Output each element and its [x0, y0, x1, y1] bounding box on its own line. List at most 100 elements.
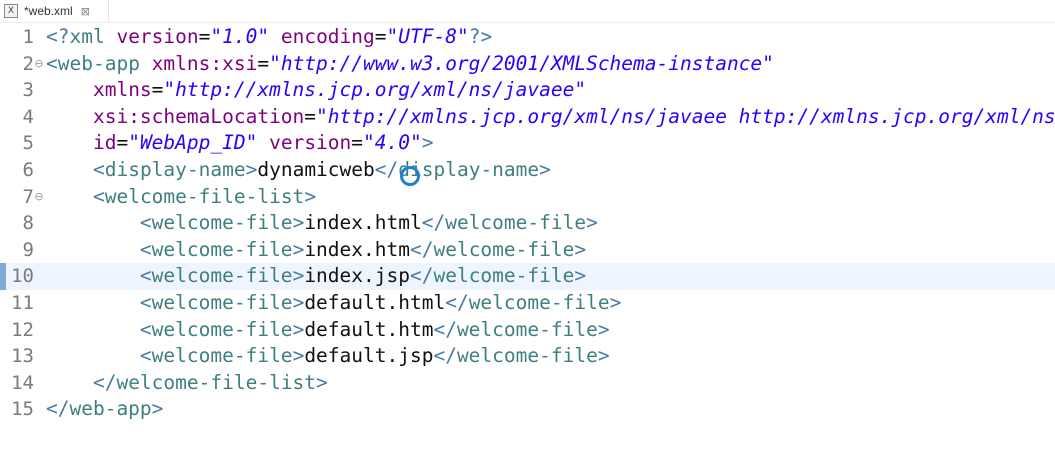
- code-token: xml: [69, 25, 117, 48]
- code-line[interactable]: 4 xsi:schemaLocation="http://xmlns.jcp.o…: [0, 104, 1055, 131]
- code-token: >: [574, 237, 587, 261]
- code-token: welcome-file-list: [116, 370, 317, 394]
- fold-toggle-icon[interactable]: ⊖: [34, 51, 44, 78]
- close-icon[interactable]: ⊠: [81, 5, 90, 18]
- line-number: 1: [22, 26, 34, 48]
- code-token: =: [374, 25, 387, 48]
- code-token: index.htm: [304, 237, 410, 261]
- code-token: <: [139, 211, 152, 235]
- code-token: </: [445, 290, 469, 314]
- code-line[interactable]: 11 <welcome-file>default.html</welcome-f…: [0, 290, 1055, 317]
- code-line[interactable]: 3 xmlns="http://xmlns.jcp.org/xml/ns/jav…: [0, 77, 1055, 104]
- code-token: encoding: [280, 25, 375, 48]
- line-number: 14: [11, 371, 34, 394]
- line-number: 2: [22, 52, 34, 75]
- code-token: <?: [46, 25, 70, 48]
- code-token: >: [609, 290, 622, 314]
- xml-file-icon: X: [4, 4, 18, 18]
- busy-cursor-icon: [400, 166, 420, 186]
- code-token: >: [245, 157, 258, 181]
- code-text: xsi:schemaLocation="http://xmlns.jcp.org…: [46, 104, 1055, 131]
- code-token: "UTF-8": [386, 25, 469, 48]
- code-token: xsi:schemaLocation: [92, 104, 305, 128]
- code-token: welcome-file: [151, 264, 293, 288]
- code-token: welcome-file: [151, 290, 293, 314]
- code-token: welcome-file: [151, 317, 293, 341]
- code-token: dynamicweb: [257, 157, 375, 181]
- code-text: <welcome-file>index.jsp</welcome-file>: [46, 263, 586, 290]
- code-line[interactable]: 15 </web-app>: [0, 396, 1055, 423]
- code-token: welcome-file: [151, 237, 293, 261]
- code-text: <welcome-file>default.html</welcome-file…: [46, 290, 621, 317]
- code-line[interactable]: 2 ⊖ <web-app xmlns:xsi="http://www.w3.org/…: [0, 51, 1055, 78]
- tab-web-xml[interactable]: X *web.xml ⊠: [0, 0, 109, 22]
- code-line[interactable]: 1 <?xml version="1.0" encoding="UTF-8"?>: [0, 24, 1055, 51]
- code-token: xmlns: [92, 78, 152, 102]
- fold-toggle-icon[interactable]: ⊖: [34, 184, 44, 211]
- code-token: >: [586, 211, 598, 235]
- code-line[interactable]: 8 <welcome-file>index.html</welcome-file…: [0, 210, 1055, 237]
- editor-tab-bar: X *web.xml ⊠: [0, 0, 1055, 23]
- code-token: =: [257, 51, 270, 75]
- code-text: <welcome-file-list>: [46, 184, 316, 211]
- line-number: 15: [11, 398, 34, 421]
- code-token: >: [574, 264, 587, 288]
- code-token: "http://xmlns.jcp.org/xml/ns/javaee": [163, 78, 587, 102]
- code-token: </: [409, 237, 434, 261]
- code-token: <: [92, 157, 105, 181]
- code-token: default.htm: [304, 317, 434, 341]
- code-token: web-app: [69, 397, 152, 421]
- code-token: </: [421, 211, 446, 235]
- code-line[interactable]: 12 <welcome-file>default.htm</welcome-fi…: [0, 317, 1055, 344]
- code-token: </: [92, 370, 117, 394]
- code-token: default.jsp: [304, 344, 434, 368]
- code-text: <welcome-file>default.htm</welcome-file>: [46, 317, 610, 344]
- code-token: >: [292, 237, 305, 261]
- code-text: <welcome-file>index.html</welcome-file>: [46, 210, 598, 237]
- code-line[interactable]: 14 </welcome-file-list>: [0, 370, 1055, 397]
- code-token: xmlns:xsi: [151, 51, 258, 75]
- code-token: welcome-file-list: [104, 184, 305, 208]
- code-token: >: [292, 317, 305, 341]
- code-token: >: [151, 397, 164, 421]
- line-number: 11: [11, 291, 34, 314]
- code-editor[interactable]: 1 <?xml version="1.0" encoding="UTF-8"?> 2…: [0, 24, 1055, 456]
- code-token: <: [139, 290, 152, 314]
- code-text: <?xml version="1.0" encoding="UTF-8"?>: [46, 24, 492, 51]
- code-line[interactable]: 9 <welcome-file>index.htm</welcome-file>: [0, 237, 1055, 264]
- code-text: </welcome-file-list>: [46, 370, 328, 397]
- code-token: =: [351, 131, 364, 155]
- tab-label: *web.xml: [24, 4, 73, 18]
- code-token: >: [292, 344, 305, 368]
- code-line[interactable]: 13 <welcome-file>default.jsp</welcome-fi…: [0, 343, 1055, 370]
- code-token: index.html: [304, 211, 422, 235]
- code-line[interactable]: 10 <welcome-file>index.jsp</welcome-file…: [0, 263, 1055, 290]
- code-token: welcome-file: [433, 237, 575, 261]
- code-text: <welcome-file>default.jsp</welcome-file>: [46, 343, 610, 370]
- code-token: "WebApp_ID": [128, 131, 258, 155]
- code-text: id="WebApp_ID" version="4.0">: [46, 130, 434, 157]
- code-token: "4.0": [363, 131, 422, 155]
- code-token: <: [139, 344, 152, 368]
- code-token: </: [433, 317, 457, 341]
- code-token: welcome-file: [433, 264, 575, 288]
- code-line[interactable]: 6 <display-name>dynamicweb</display-name…: [0, 157, 1055, 184]
- line-number: 13: [11, 345, 34, 368]
- code-token: <: [139, 317, 152, 341]
- code-token: </: [374, 157, 399, 181]
- code-line[interactable]: 7 ⊖ <welcome-file-list>: [0, 184, 1055, 211]
- code-token: =: [304, 104, 317, 128]
- code-token: </: [409, 264, 434, 288]
- code-token: welcome-file: [445, 211, 587, 235]
- code-line[interactable]: 5 id="WebApp_ID" version="4.0">: [0, 130, 1055, 157]
